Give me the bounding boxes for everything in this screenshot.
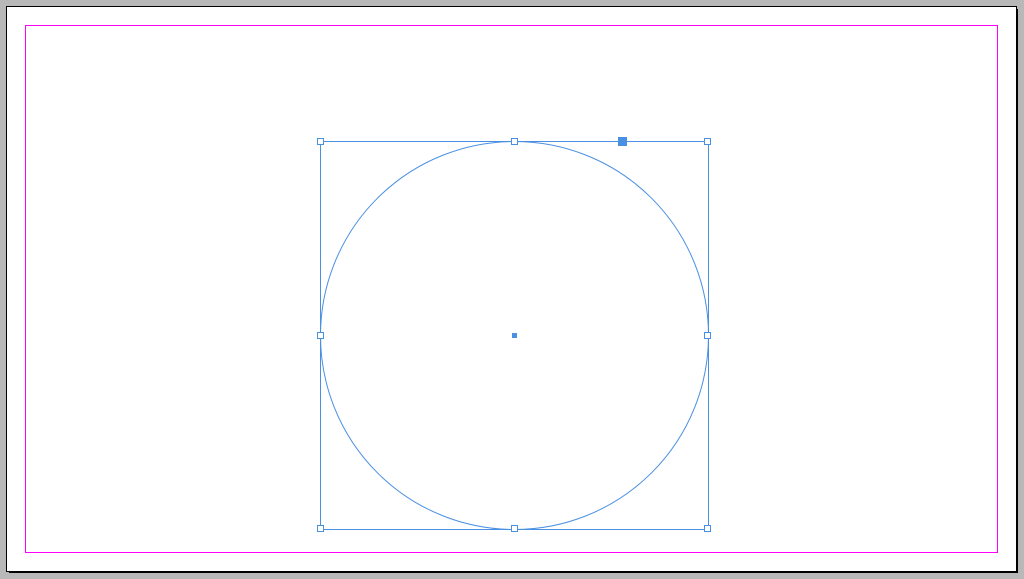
center-point-marker (512, 333, 517, 338)
resize-handle-sw[interactable] (317, 525, 324, 532)
resize-handle-e[interactable] (704, 332, 711, 339)
resize-handle-nw[interactable] (317, 138, 324, 145)
document-page[interactable] (6, 6, 1017, 572)
content-proxy-handle[interactable] (618, 137, 627, 146)
resize-handle-ne[interactable] (704, 138, 711, 145)
resize-handle-w[interactable] (317, 332, 324, 339)
resize-handle-s[interactable] (511, 525, 518, 532)
resize-handle-se[interactable] (704, 525, 711, 532)
pasteboard[interactable] (0, 0, 1024, 579)
resize-handle-n[interactable] (511, 138, 518, 145)
